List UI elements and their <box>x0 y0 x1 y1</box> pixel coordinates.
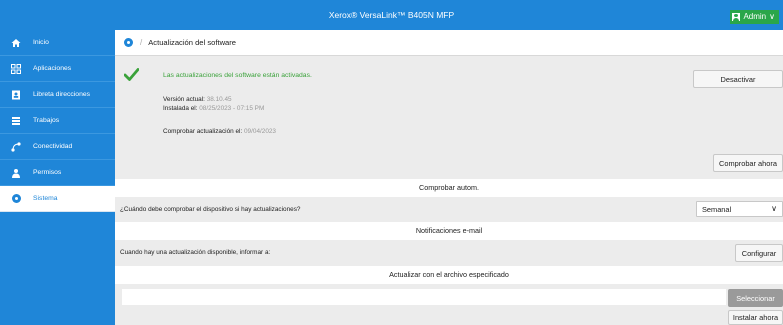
install-now-button[interactable]: Instalar ahora <box>728 310 783 325</box>
check-now-button[interactable]: Comprobar ahora <box>713 154 783 172</box>
frequency-select[interactable]: Semanal ∨ <box>696 201 783 217</box>
sidebar-item-label: Conectividad <box>33 143 73 150</box>
file-update-heading: Actualizar con el archivo especificado <box>115 266 783 284</box>
chevron-down-icon: ∨ <box>771 204 777 213</box>
sidebar-item-label: Aplicaciones <box>33 65 72 72</box>
installed-value: 08/25/2023 - 07:15 PM <box>199 105 265 112</box>
auto-check-row: ¿Cuándo debe comprobar el dispositivo si… <box>115 197 783 222</box>
sidebar-item-libreta-direcciones[interactable]: Libreta direcciones <box>0 82 115 108</box>
frequency-selected: Semanal <box>702 204 732 214</box>
apps-icon <box>11 63 21 74</box>
admin-label: Admin <box>743 12 767 21</box>
sidebar-item-label: Trabajos <box>33 117 60 124</box>
current-version-value: 38.10.45 <box>206 96 232 103</box>
sidebar-item-label: Permisos <box>33 169 62 176</box>
check-update-line: Comprobar actualización el: 09/04/2023 <box>163 128 276 135</box>
system-icon <box>11 194 21 204</box>
page-title: Actualización del software <box>148 38 237 47</box>
check-update-value: 09/04/2023 <box>244 128 276 135</box>
installed-line: Instalada el: 08/25/2023 - 07:15 PM <box>163 105 264 112</box>
device-title: Xerox® VersaLink™ B405N MFP <box>328 10 455 20</box>
file-path-input[interactable] <box>122 289 726 305</box>
check-update-label: Comprobar actualización el: <box>163 128 243 135</box>
sidebar-item-permisos[interactable]: Permisos <box>0 160 115 186</box>
breadcrumb: / Actualización del software <box>115 30 783 56</box>
status-message: Las actualizaciones del software están a… <box>163 72 312 79</box>
configure-button[interactable]: Configurar <box>735 244 783 262</box>
home-icon <box>11 38 21 48</box>
address-book-icon <box>11 90 21 100</box>
main-content: / Actualización del software Las actuali… <box>115 30 783 325</box>
sidebar: Inicio Aplicaciones Libreta direcciones … <box>0 30 115 325</box>
email-row: Cuando hay una actualización disponible,… <box>115 240 783 266</box>
sidebar-item-conectividad[interactable]: Conectividad <box>0 134 115 160</box>
connectivity-icon <box>11 141 21 152</box>
permissions-icon <box>11 168 21 178</box>
sidebar-item-inicio[interactable]: Inicio <box>0 30 115 56</box>
admin-menu-button[interactable]: Admin ∨ <box>730 10 779 24</box>
sidebar-item-label: Inicio <box>33 39 49 46</box>
chevron-down-icon: ∨ <box>769 12 775 21</box>
sidebar-item-trabajos[interactable]: Trabajos <box>0 108 115 134</box>
installed-label: Instalada el: <box>163 105 198 112</box>
select-file-button[interactable]: Seleccionar <box>728 289 783 307</box>
sidebar-item-label: Sistema <box>33 195 58 202</box>
system-home-icon[interactable] <box>124 38 133 47</box>
checkmark-icon <box>124 68 139 81</box>
update-status-panel: Las actualizaciones del software están a… <box>115 56 783 179</box>
user-avatar-icon <box>732 13 741 21</box>
current-version-line: Versión actual: 38.10.45 <box>163 96 232 103</box>
breadcrumb-separator: / <box>140 38 143 47</box>
jobs-icon <box>11 116 21 126</box>
sidebar-item-label: Libreta direcciones <box>33 91 91 98</box>
email-heading: Notificaciones e-mail <box>115 222 783 240</box>
sidebar-item-sistema[interactable]: Sistema <box>0 186 115 212</box>
email-label: Cuando hay una actualización disponible,… <box>120 249 271 256</box>
sidebar-item-aplicaciones[interactable]: Aplicaciones <box>0 56 115 82</box>
disable-button[interactable]: Desactivar <box>693 70 783 88</box>
top-bar: Xerox® VersaLink™ B405N MFP Admin ∨ <box>0 0 783 30</box>
auto-check-question: ¿Cuándo debe comprobar el dispositivo si… <box>120 206 301 213</box>
current-version-label: Versión actual: <box>163 96 205 103</box>
file-update-row: Seleccionar Instalar ahora <box>115 284 783 325</box>
auto-check-heading: Comprobar autom. <box>115 179 783 197</box>
